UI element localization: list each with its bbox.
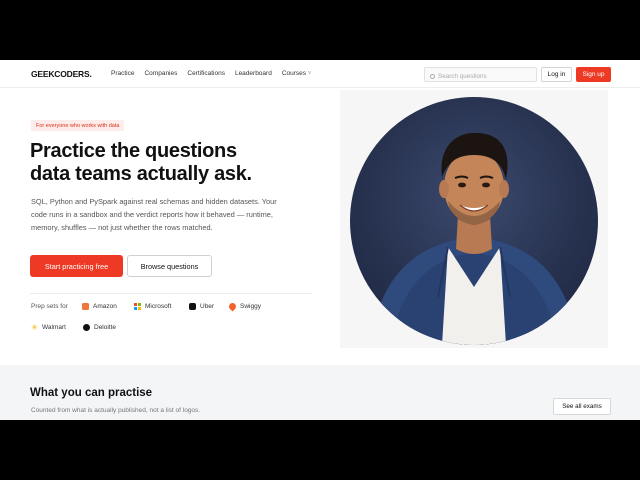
company-amazon[interactable]: Amazon [82, 303, 117, 310]
search-placeholder: Search questions [438, 72, 487, 80]
company-label: Uber [200, 303, 215, 310]
company-label: Deloitte [94, 324, 117, 331]
company-uber[interactable]: Uber [189, 303, 214, 310]
amazon-icon [82, 303, 89, 310]
logo-text: GEEKCODERS [31, 69, 90, 79]
nav-link-practice[interactable]: Practice [111, 70, 134, 77]
company-label: Amazon [93, 303, 117, 310]
section-title: What you can practise [30, 387, 153, 399]
walmart-icon: ✳ [31, 323, 38, 332]
nav-link-certifications[interactable]: Certifications [187, 70, 225, 77]
microsoft-icon [134, 303, 141, 310]
hero-divider [30, 293, 312, 294]
practice-section: What you can practise Counted from what … [0, 365, 640, 420]
section-subtitle: Counted from what is actually published,… [31, 407, 201, 414]
company-label: Swiggy [240, 303, 261, 310]
headline-line-2: data teams actually ask. [30, 163, 252, 185]
see-all-exams-button[interactable]: See all exams [553, 398, 611, 415]
login-button[interactable]: Log in [541, 67, 572, 82]
search-input[interactable]: Search questions [424, 67, 537, 82]
nav-links: Practice Companies Certifications Leader… [111, 70, 311, 77]
nav-link-courses-label: Courses [281, 70, 307, 77]
company-microsoft[interactable]: Microsoft [134, 303, 171, 310]
hero-description: SQL, Python and PySpark against real sch… [31, 197, 277, 232]
company-swiggy[interactable]: Swiggy [227, 301, 261, 312]
nav-link-companies[interactable]: Companies [144, 70, 177, 77]
swiggy-icon [227, 301, 238, 312]
top-nav: GEEKCODERS. Practice Companies Certifica… [0, 60, 640, 88]
hero-headline: Practice the questions data teams actual… [30, 140, 310, 186]
uber-icon [189, 303, 196, 310]
audience-tag: For everyone who works with data [31, 120, 125, 131]
headline-line-1: Practice the questions [30, 140, 237, 162]
nav-link-leaderboard[interactable]: Leaderboard [235, 70, 272, 77]
nav-link-courses[interactable]: Courses ˅ [282, 70, 312, 77]
search-icon [430, 73, 435, 79]
deloitte-icon [83, 324, 90, 331]
company-label: Microsoft [145, 303, 172, 310]
signup-button[interactable]: Sign up [576, 67, 611, 82]
hero-portrait-image [350, 97, 598, 345]
brand-logo[interactable]: GEEKCODERS. [31, 69, 92, 79]
portrait-illustration [370, 132, 578, 345]
browse-questions-button[interactable]: Browse questions [127, 255, 212, 277]
app-screen: GEEKCODERS. Practice Companies Certifica… [0, 60, 640, 420]
company-deloitte[interactable]: Deloitte [83, 324, 116, 331]
start-practicing-button[interactable]: Start practicing free [30, 255, 123, 277]
logo-dot: . [89, 69, 92, 79]
company-walmart[interactable]: ✳ Walmart [31, 323, 66, 332]
prep-sets-label: Prep sets for [31, 303, 68, 310]
company-label: Walmart [42, 324, 66, 331]
chevron-down-icon: ˅ [307, 71, 312, 77]
